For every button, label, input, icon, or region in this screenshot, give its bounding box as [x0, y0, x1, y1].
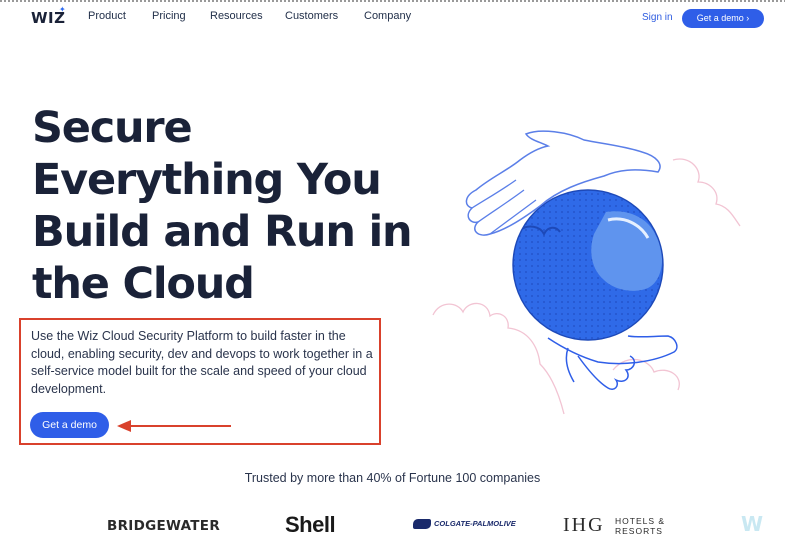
- hero-title: Secure Everything You Build and Run in t…: [32, 102, 413, 310]
- nav-link-resources[interactable]: Resources: [210, 10, 263, 22]
- colgate-logo-text: COLGATE-PALMOLIVE: [434, 519, 516, 528]
- colgate-badge-icon: [413, 519, 431, 530]
- hero-get-demo-button[interactable]: Get a demo: [30, 412, 109, 438]
- trusted-by-text: Trusted by more than 40% of Fortune 100 …: [244, 471, 541, 485]
- nav-link-company[interactable]: Company: [364, 10, 411, 22]
- ihg-logo-subtitle: HOTELS & RESORTS: [615, 516, 665, 536]
- bridgewater-logo: BRIDGEWATER: [107, 518, 221, 534]
- top-nav: WIZ ✦ Product Pricing Resources Customer…: [0, 0, 785, 34]
- nav-link-customers[interactable]: Customers: [285, 10, 338, 22]
- globe-illustration: [432, 130, 741, 415]
- nav-link-pricing[interactable]: Pricing: [152, 10, 186, 22]
- hero-title-line: Everything You: [32, 155, 382, 205]
- hero-title-line: Secure: [32, 103, 193, 153]
- faded-partner-logo: W: [741, 512, 764, 536]
- logo-star-icon: ✦: [59, 5, 66, 14]
- ihg-logo: IHG: [563, 514, 605, 536]
- hero-title-line: the Cloud: [32, 259, 255, 309]
- hero-title-line: Build and Run in: [32, 207, 413, 257]
- shell-logo: Shell: [285, 512, 336, 537]
- ihg-sub-line: RESORTS: [615, 525, 663, 536]
- nav-get-demo-button[interactable]: Get a demo ›: [682, 9, 764, 28]
- nav-link-product[interactable]: Product: [88, 10, 126, 22]
- arrow-icon: [117, 420, 231, 432]
- hero-description: Use the Wiz Cloud Security Platform to b…: [31, 329, 373, 396]
- sign-in-link[interactable]: Sign in: [642, 12, 673, 23]
- colgate-palmolive-logo: COLGATE-PALMOLIVE: [413, 519, 516, 549]
